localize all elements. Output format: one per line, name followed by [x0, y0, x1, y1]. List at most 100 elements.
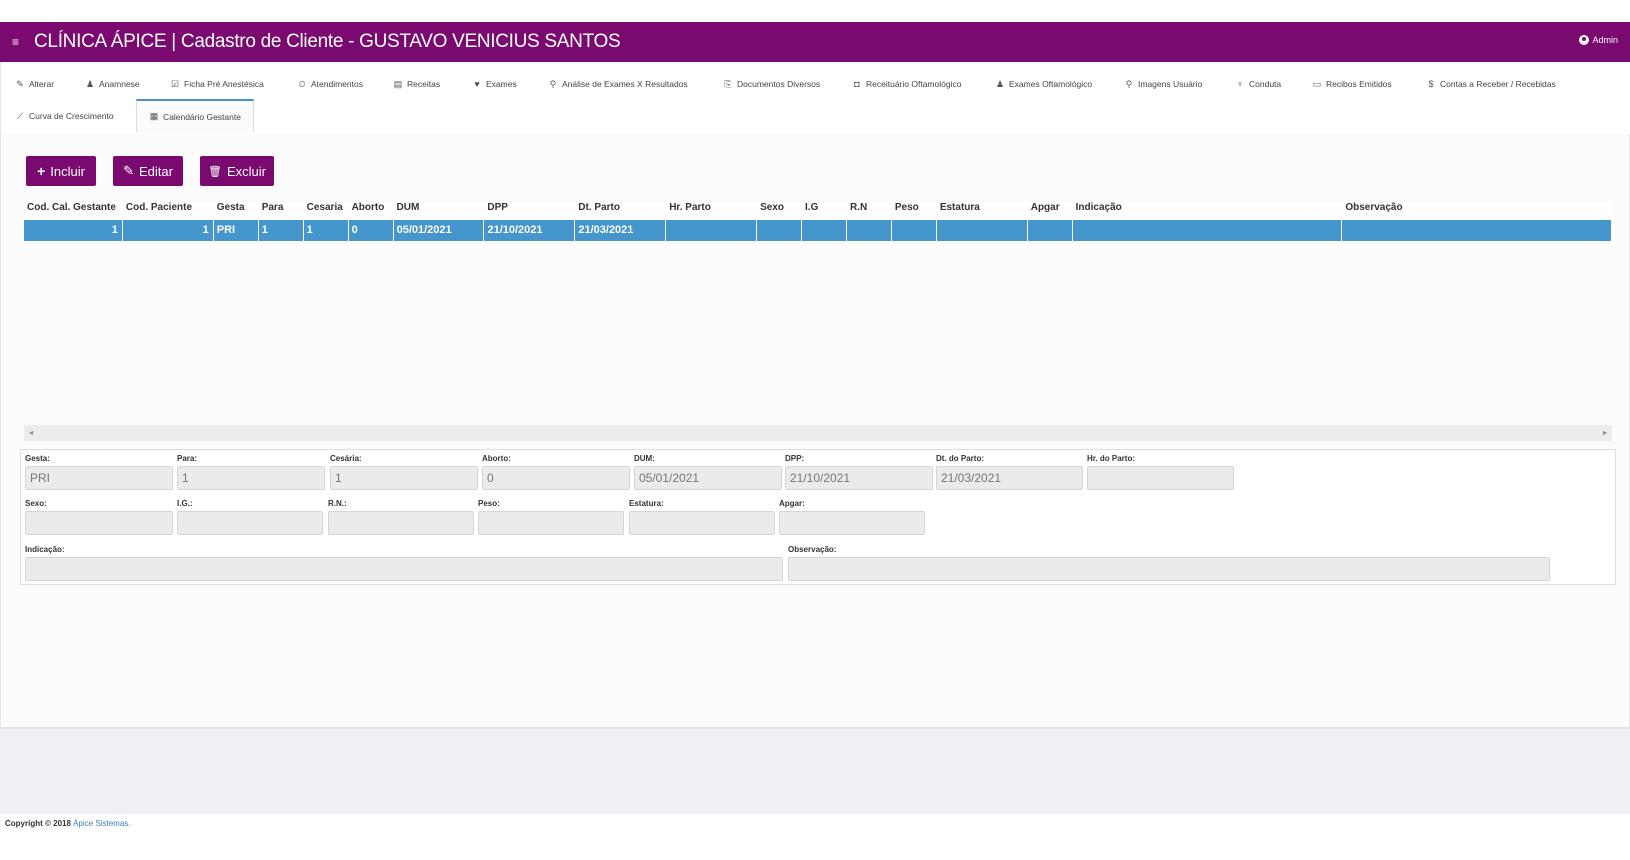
- tab-label: Exames: [486, 79, 517, 89]
- col-header[interactable]: Gesta: [214, 202, 259, 220]
- tab-label: Calendário Gestante: [163, 111, 241, 122]
- medical-icon: ♆: [1236, 79, 1244, 89]
- tab-label: Ficha Pré Anestésica: [184, 79, 264, 89]
- col-header[interactable]: Sexo: [757, 202, 802, 220]
- cesaria-field[interactable]: 1: [330, 466, 478, 490]
- tab-receituario-oftamologico[interactable]: ◘ Receituário Oftamológico: [852, 76, 961, 92]
- tab-conduta[interactable]: ♆ Conduta: [1235, 76, 1282, 92]
- tab-exames-oftamologico[interactable]: ♟ Exames Oftamológico: [995, 76, 1092, 92]
- hamburger-icon[interactable]: ≡: [12, 36, 28, 48]
- table-cell: [847, 220, 892, 241]
- tab-curva-crescimento[interactable]: ⟋ Curva de Crescimento: [15, 108, 114, 124]
- tab-label: Curva de Crescimento: [29, 111, 114, 121]
- incluir-button[interactable]: + Incluir: [26, 156, 96, 186]
- search-icon: ⚲: [1125, 78, 1133, 89]
- tab-label: Contas a Receber / Recebidas: [1440, 79, 1556, 89]
- main-content: ✎ Alterar ♟ Anamnese ☑ Ficha Pré Anestésica…: [0, 62, 1630, 727]
- ig-field[interactable]: [177, 511, 323, 535]
- tab-label: Atendimentos: [311, 79, 363, 89]
- observacao-field[interactable]: [788, 557, 1550, 581]
- user-name: Admin: [1592, 35, 1618, 45]
- col-header[interactable]: DUM: [394, 202, 485, 220]
- scroll-right-icon[interactable]: ▸: [1603, 428, 1607, 437]
- table-cell: [892, 220, 937, 241]
- editar-button[interactable]: ✎ Editar: [113, 156, 183, 186]
- aborto-label: Aborto:: [482, 454, 511, 463]
- tab-exames[interactable]: ♥ Exames: [472, 76, 517, 92]
- heart-icon: ♥: [474, 79, 480, 89]
- tab-atendimentos[interactable]: ⏲ Atendimentos: [297, 76, 363, 92]
- tab-ficha-pre-anestesica[interactable]: ☑ Ficha Pré Anestésica: [170, 76, 264, 92]
- excluir-button[interactable]: 🗑 Excluir: [200, 156, 274, 186]
- col-header[interactable]: I.G: [802, 202, 847, 220]
- col-header[interactable]: Cod. Cal. Gestante: [24, 202, 123, 220]
- footer-band: [0, 727, 1630, 814]
- col-header[interactable]: Para: [259, 202, 304, 220]
- copyright-text: Copyright © 2018: [5, 819, 74, 828]
- tab-analise-exames[interactable]: ⚲ Análise de Exames X Resultados: [548, 76, 688, 92]
- observacao-label: Observação:: [788, 545, 837, 554]
- col-header[interactable]: DPP: [484, 202, 575, 220]
- col-header[interactable]: Aborto: [349, 202, 394, 220]
- tab-label: Análise de Exames X Resultados: [562, 79, 688, 89]
- table-cell: [1028, 220, 1073, 241]
- dt-parto-label: Dt. do Parto:: [936, 454, 984, 463]
- tab-anamnese[interactable]: ♟ Anamnese: [85, 76, 140, 92]
- col-header[interactable]: Cod. Paciente: [123, 202, 214, 220]
- tab-label: Anamnese: [99, 79, 140, 89]
- table-cell: [937, 220, 1028, 241]
- col-header[interactable]: Observação: [1342, 202, 1612, 220]
- col-header[interactable]: Peso: [892, 202, 937, 220]
- file-icon: ▤: [393, 78, 403, 89]
- user-icon: ♟: [995, 78, 1005, 89]
- page-title: CLÍNICA ÁPICE | Cadastro de Cliente - GU…: [34, 31, 621, 52]
- col-header[interactable]: R.N: [847, 202, 892, 220]
- tab-receitas[interactable]: ▤ Receitas: [393, 76, 440, 92]
- tab-label: Documentos Diversos: [737, 79, 821, 89]
- user-icon: [1579, 35, 1590, 45]
- tab-calendario-gestante[interactable]: ▦ Calendário Gestante: [136, 99, 254, 132]
- tab-imagens-usuario[interactable]: ⚲ Imagens Usuário: [1124, 76, 1203, 92]
- estatura-field[interactable]: [629, 511, 775, 535]
- horizontal-scrollbar[interactable]: ◂ ▸: [24, 425, 1612, 441]
- sexo-field[interactable]: [25, 511, 173, 535]
- table-cell: PRI: [214, 220, 259, 241]
- para-label: Para:: [177, 454, 198, 463]
- dt-parto-field[interactable]: 21/03/2021: [936, 466, 1083, 490]
- gesta-field[interactable]: PRI: [25, 466, 173, 490]
- col-header[interactable]: Dt. Parto: [575, 202, 666, 220]
- hr-parto-field[interactable]: [1087, 466, 1234, 490]
- pencil-icon: ✎: [123, 163, 134, 178]
- col-header[interactable]: Cesaria: [304, 202, 349, 220]
- col-header[interactable]: Estatura: [937, 202, 1028, 220]
- tab-documentos-diversos[interactable]: ⎘ Documentos Diversos: [723, 76, 820, 92]
- dpp-field[interactable]: 21/10/2021: [785, 466, 933, 490]
- col-header[interactable]: Apgar: [1028, 202, 1073, 220]
- table-cell: [666, 220, 758, 241]
- table-cell: 1: [24, 220, 123, 241]
- rn-field[interactable]: [328, 511, 474, 535]
- scroll-left-icon[interactable]: ◂: [29, 428, 33, 437]
- excluir-label: Excluir: [226, 163, 266, 179]
- company-link[interactable]: Ápice Sistemas.: [73, 819, 130, 828]
- aborto-field[interactable]: 0: [482, 466, 630, 490]
- app-header: ≡ CLÍNICA ÁPICE | Cadastro de Cliente - …: [0, 22, 1630, 62]
- para-field[interactable]: 1: [177, 466, 325, 490]
- user-menu[interactable]: Admin: [1579, 35, 1618, 45]
- table-row[interactable]: 1 1 PRI 1 1 0 05/01/2021 21/10/2021 21/0…: [24, 220, 1613, 241]
- indicacao-field[interactable]: [25, 557, 783, 581]
- tab-contas-receber[interactable]: $ Contas a Receber / Recebidas: [1426, 76, 1556, 92]
- dum-field[interactable]: 05/01/2021: [634, 466, 782, 490]
- dollar-icon: $: [1428, 79, 1434, 89]
- col-header[interactable]: Indicação: [1073, 202, 1343, 220]
- dum-label: DUM:: [634, 454, 655, 463]
- cesaria-label: Cesária:: [330, 454, 362, 463]
- peso-field[interactable]: [478, 511, 624, 535]
- receipt-icon: ▭: [1312, 78, 1322, 89]
- tab-recibos-emitidos[interactable]: ▭ Recibos Emitidos: [1312, 76, 1392, 92]
- col-header[interactable]: Hr. Parto: [666, 202, 757, 220]
- table-cell: [1073, 220, 1343, 241]
- apgar-label: Apgar:: [779, 499, 805, 508]
- tab-alterar[interactable]: ✎ Alterar: [15, 76, 54, 92]
- apgar-field[interactable]: [779, 511, 925, 535]
